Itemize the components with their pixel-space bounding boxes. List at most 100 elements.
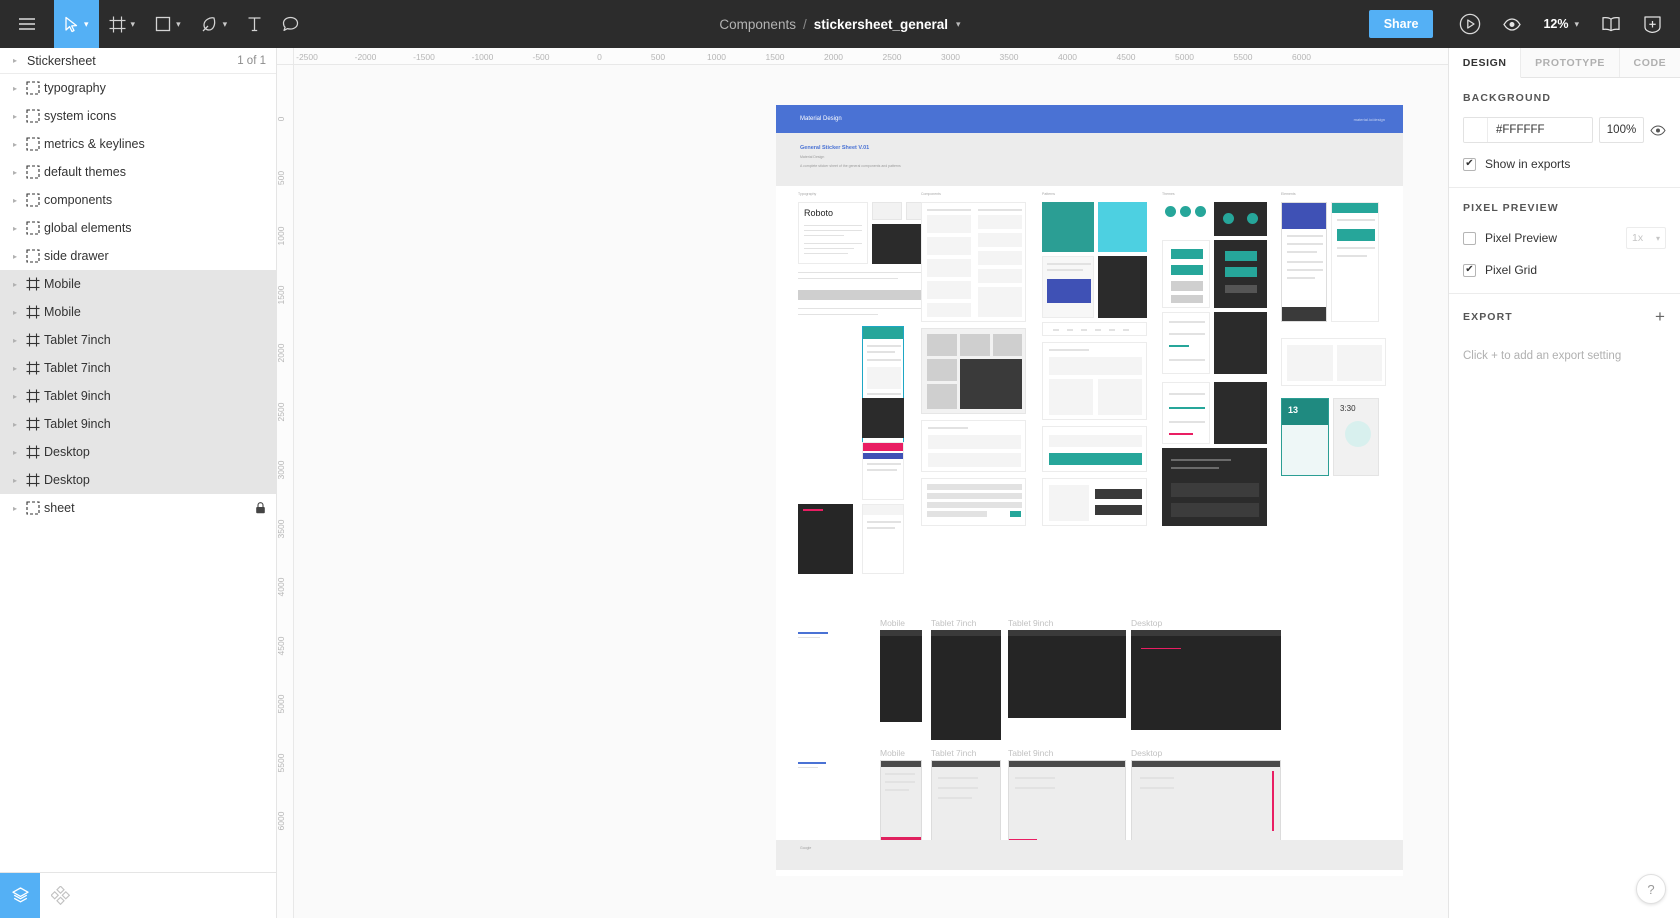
assets-tab-button[interactable] <box>40 873 80 918</box>
layer-row[interactable]: ▸ Tablet 9inch <box>0 382 276 410</box>
layers-tab-button[interactable] <box>0 873 40 918</box>
tile-snackbar-set[interactable] <box>1042 425 1147 472</box>
layer-disclosure-icon[interactable]: ▸ <box>8 476 22 485</box>
tile-inputs-dark[interactable] <box>1214 381 1267 444</box>
tile-list-components[interactable] <box>921 201 1026 322</box>
view-options-button[interactable] <box>1493 0 1531 48</box>
layer-row[interactable]: ▸ side drawer <box>0 242 276 270</box>
tile-buttons-dark[interactable] <box>1214 239 1267 308</box>
tab-code[interactable]: CODE <box>1619 48 1680 77</box>
show-in-exports-row[interactable]: ✔ Show in exports <box>1463 157 1666 171</box>
share-button[interactable]: Share <box>1368 10 1434 38</box>
layer-disclosure-icon[interactable]: ▸ <box>8 392 22 401</box>
layer-disclosure-icon[interactable]: ▸ <box>8 308 22 317</box>
background-color-swatch[interactable] <box>1464 118 1488 142</box>
pixel-grid-row[interactable]: ✔ Pixel Grid <box>1463 263 1666 277</box>
device-frame-tablet9-2[interactable] <box>1008 759 1126 845</box>
page-row-stickersheet[interactable]: ▸ Stickersheet 1 of 1 <box>0 48 276 74</box>
zoom-level-dropdown[interactable]: 12% ▾ <box>1533 17 1589 31</box>
tile-grid-thumbnails[interactable] <box>921 327 1026 414</box>
pixel-grid-checkbox[interactable]: ✔ <box>1463 263 1476 277</box>
tile-date-picker[interactable]: 13 <box>1281 397 1329 476</box>
pixel-preview-scale-dropdown[interactable]: 1x ▾ <box>1626 227 1666 249</box>
tile-dark-card[interactable] <box>1098 255 1147 318</box>
device-frame-tablet9-1[interactable] <box>1008 629 1126 718</box>
canvas-area[interactable]: -2500 -2000 -1500 -1000 -500 0 500 1000 1500 2000… <box>277 48 1448 918</box>
present-button[interactable] <box>1449 0 1491 48</box>
tab-prototype[interactable]: PROTOTYPE <box>1521 48 1620 77</box>
layer-disclosure-icon[interactable]: ▸ <box>8 420 22 429</box>
layer-row[interactable]: ▸ system icons <box>0 102 276 130</box>
add-library-button[interactable] <box>1633 0 1672 48</box>
layer-disclosure-icon[interactable]: ▸ <box>8 336 22 345</box>
device-frame-mobile-2[interactable] <box>880 759 922 842</box>
layer-row[interactable]: ▸ Mobile <box>0 270 276 298</box>
pen-tool-button[interactable]: ▾ <box>191 0 238 48</box>
tile-drawer-preview[interactable] <box>1281 201 1327 322</box>
layer-row[interactable]: ▸ Tablet 9inch <box>0 410 276 438</box>
tile-time-picker[interactable]: 3:30 <box>1333 397 1379 476</box>
tile-inputs-light[interactable] <box>1162 381 1210 444</box>
tile-dialog-set[interactable] <box>1042 341 1147 420</box>
layer-disclosure-icon[interactable]: ▸ <box>8 112 22 121</box>
help-button[interactable]: ? <box>1636 874 1666 904</box>
tile-dark-phone[interactable] <box>798 503 853 574</box>
breadcrumb-project[interactable]: Components <box>719 17 796 32</box>
tile-fab-dark[interactable] <box>1214 201 1267 236</box>
frame-tool-button[interactable]: ▾ <box>99 0 146 48</box>
layer-disclosure-icon[interactable]: ▸ <box>8 504 22 513</box>
vertical-ruler[interactable]: 0 500 1000 1500 2000 2500 3000 3500 4000 4500 5000… <box>277 48 294 918</box>
tile-teal-card[interactable] <box>1042 201 1094 252</box>
lock-icon[interactable] <box>255 502 266 514</box>
device-frame-tablet7-1[interactable] <box>931 629 1001 740</box>
layer-row[interactable]: ▸ metrics & keylines <box>0 130 276 158</box>
text-tool-button[interactable] <box>237 0 272 48</box>
artboard-stickersheet[interactable]: Material Design material.io/design Gener… <box>776 105 1403 876</box>
layer-row[interactable]: ▸ Tablet 7inch <box>0 354 276 382</box>
background-visibility-button[interactable] <box>1650 124 1666 136</box>
tile-misc-rows[interactable] <box>1042 477 1147 526</box>
layer-disclosure-icon[interactable]: ▸ <box>8 252 22 261</box>
tile-pagination[interactable] <box>1042 321 1147 336</box>
tile-mobile-preview-dark[interactable] <box>862 397 904 438</box>
layer-row[interactable]: ▸ Mobile <box>0 298 276 326</box>
tile-fab-row[interactable] <box>1162 201 1210 236</box>
tile-side-sheet[interactable] <box>1331 201 1379 322</box>
tab-design[interactable]: DESIGN <box>1449 48 1522 78</box>
tile-mobile-preview-2[interactable] <box>862 441 904 500</box>
layer-row[interactable]: ▸ components <box>0 186 276 214</box>
layer-row[interactable]: ▸ global elements <box>0 214 276 242</box>
breadcrumb-file-name[interactable]: stickersheet_general <box>814 17 948 32</box>
layer-disclosure-icon[interactable]: ▸ <box>8 140 22 149</box>
tile-keyboard-row[interactable] <box>921 477 1026 526</box>
layer-row[interactable]: ▸ Tablet 7inch <box>0 326 276 354</box>
tile-cyan-card[interactable] <box>1098 201 1147 252</box>
tile-controls-light[interactable] <box>1162 311 1210 374</box>
tile-type-dark[interactable] <box>872 223 925 264</box>
main-menu-button[interactable] <box>0 0 54 48</box>
device-frame-desktop-1[interactable] <box>1131 629 1281 730</box>
layer-row[interactable]: ▸ Desktop <box>0 438 276 466</box>
library-button[interactable] <box>1591 0 1631 48</box>
layer-disclosure-icon[interactable]: ▸ <box>8 224 22 233</box>
move-tool-button[interactable]: ▾ <box>54 0 99 48</box>
layer-row[interactable]: ▸ default themes <box>0 158 276 186</box>
pixel-preview-row[interactable]: Pixel Preview 1x ▾ <box>1463 227 1666 249</box>
layer-disclosure-icon[interactable]: ▸ <box>8 448 22 457</box>
tile-type-a[interactable] <box>872 201 902 220</box>
layer-disclosure-icon[interactable]: ▸ <box>8 84 22 93</box>
comment-tool-button[interactable] <box>272 0 309 48</box>
tile-buttons-light[interactable] <box>1162 239 1210 308</box>
tile-roboto[interactable]: Roboto <box>798 201 868 264</box>
layer-disclosure-icon[interactable]: ▸ <box>8 364 22 373</box>
layer-disclosure-icon[interactable]: ▸ <box>8 280 22 289</box>
canvas-viewport[interactable]: Material Design material.io/design Gener… <box>294 65 1448 918</box>
page-disclosure-icon[interactable]: ▸ <box>8 56 22 65</box>
layer-disclosure-icon[interactable]: ▸ <box>8 168 22 177</box>
layer-row[interactable]: ▸ typography <box>0 74 276 102</box>
add-export-button[interactable]: + <box>1655 308 1666 325</box>
pixel-preview-checkbox[interactable] <box>1463 231 1476 245</box>
shape-tool-button[interactable]: ▾ <box>145 0 191 48</box>
layer-row[interactable]: ▸ Desktop <box>0 466 276 494</box>
tile-light-card[interactable] <box>1042 255 1094 318</box>
